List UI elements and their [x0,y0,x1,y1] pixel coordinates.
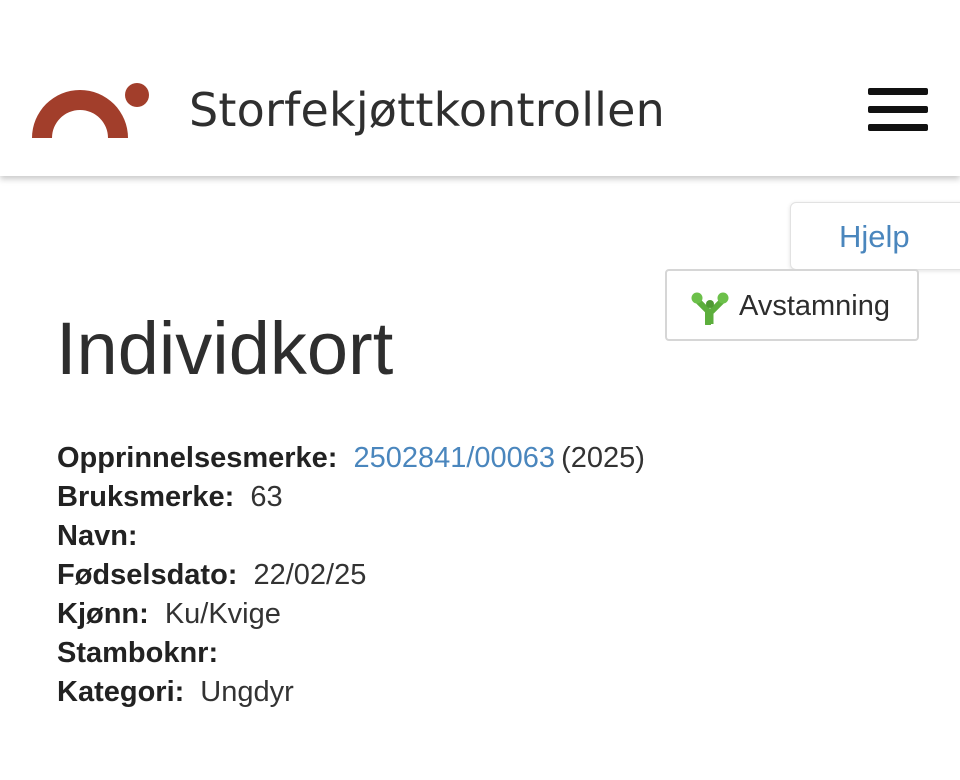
name-row: Navn: [57,517,937,556]
animal-details: Opprinnelsesmerke: 2502841/00063 (2025) Br… [57,439,937,712]
birth-date-row: Fødselsdato: 22/02/25 [57,556,937,595]
usage-mark-label: Bruksmerke: [57,481,235,513]
category-row: Kategori: Ungdyr [57,673,937,712]
pedigree-button[interactable]: Avstamning [665,269,919,341]
origin-mark-label: Opprinnelsesmerke: [57,442,338,474]
site-logo[interactable] [30,80,152,140]
origin-mark-link[interactable]: 2502841/00063 [353,442,555,474]
category-label: Kategori: [57,676,185,708]
usage-mark-row: Bruksmerke: 63 [57,478,937,517]
pedigree-tree-icon [691,289,729,327]
origin-mark-year: (2025) [561,442,645,474]
birth-date-value: 22/02/25 [253,559,367,591]
usage-mark-value: 63 [250,481,283,513]
sex-row: Kjønn: Ku/Kvige [57,595,937,634]
herdbook-row: Stamboknr: [57,634,937,673]
herdbook-label: Stamboknr: [57,637,219,669]
site-header: Storfekjøttkontrollen [0,0,960,176]
sex-label: Kjønn: [57,598,149,630]
site-title[interactable]: Storfekjøttkontrollen [189,82,665,138]
birth-date-label: Fødselsdato: [57,559,238,591]
hamburger-menu-icon[interactable] [868,86,928,134]
origin-mark-row: Opprinnelsesmerke: 2502841/00063 (2025) [57,439,937,478]
help-tab[interactable]: Hjelp [790,202,960,270]
sex-value: Ku/Kvige [164,598,281,630]
page-title: Individkort [56,307,394,390]
pedigree-button-label: Avstamning [739,290,890,322]
category-value: Ungdyr [200,676,294,708]
name-label: Navn: [57,520,138,552]
help-tab-label: Hjelp [839,219,910,254]
